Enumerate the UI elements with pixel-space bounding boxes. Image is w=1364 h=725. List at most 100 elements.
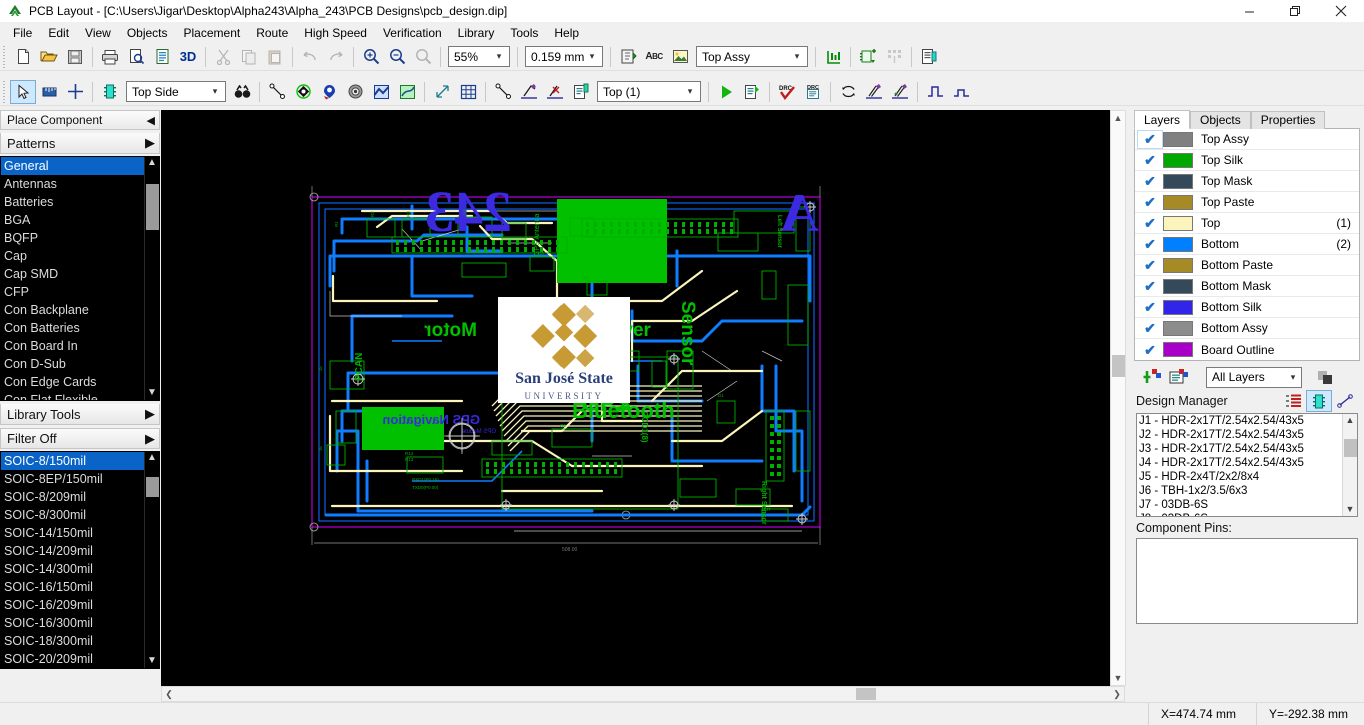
component-list-item[interactable]: J1 - HDR-2x17T/2.54x2.54/43x5 (1139, 414, 1342, 428)
pattern-item[interactable]: SOIC-16/209mil (1, 596, 144, 614)
category-listbox[interactable]: General Antennas Batteries BGA BQFP Cap … (0, 156, 160, 401)
autoroute-setup-button[interactable] (739, 80, 765, 104)
component-list-scrollbar[interactable]: ▲ ▼ (1342, 414, 1357, 516)
patterns-bar[interactable]: Patterns ▶ (0, 133, 160, 154)
category-item[interactable]: BGA (1, 211, 144, 229)
design-rules-button[interactable] (916, 45, 942, 69)
print-preview-button[interactable] (123, 45, 149, 69)
active-layer-combo[interactable]: Top Assy ▾ (696, 46, 808, 67)
filter-bar[interactable]: Filter Off ▶ (0, 428, 160, 449)
menu-objects[interactable]: Objects (119, 24, 176, 42)
layer-filter-combo[interactable]: All Layers ▾ (1206, 366, 1302, 388)
cut-trace-button[interactable] (542, 80, 568, 104)
category-item[interactable]: Con Backplane (1, 301, 144, 319)
scroll-thumb[interactable] (145, 477, 159, 497)
print-button[interactable] (97, 45, 123, 69)
canvas-horizontal-scrollbar[interactable]: ❮ ❯ (161, 686, 1125, 702)
layer-row[interactable]: ✔ Top (1) (1135, 213, 1359, 234)
layer-row[interactable]: ✔ Bottom Silk (1135, 297, 1359, 318)
scroll-track[interactable] (145, 170, 159, 387)
zoom-in-button[interactable] (358, 45, 384, 69)
layer-visibility-checkbox[interactable]: ✔ (1137, 300, 1163, 314)
layer-visibility-checkbox[interactable]: ✔ (1137, 237, 1163, 251)
tab-objects[interactable]: Objects (1190, 111, 1251, 129)
scroll-down-icon[interactable]: ▼ (147, 655, 157, 668)
dimension-button[interactable] (429, 80, 455, 104)
category-item[interactable]: Con Flat Flexible (1, 391, 144, 400)
place-component-button[interactable] (97, 80, 123, 104)
component-list-item[interactable]: J3 - HDR-2x17T/2.54x2.54/43x5 (1139, 442, 1342, 456)
pcb-design-canvas[interactable]: 508.00 GPS Antenna 243 A GPS Navigation … (161, 110, 1125, 686)
pattern-item[interactable]: SOIC-16/150mil (1, 578, 144, 596)
place-line-button[interactable] (264, 80, 290, 104)
component-pins-list[interactable] (1136, 538, 1358, 624)
drc-check-button[interactable]: DRC (774, 80, 800, 104)
pattern-item[interactable]: SOIC-18/300mil (1, 632, 144, 650)
scroll-right-icon[interactable]: ❯ (1110, 689, 1124, 700)
menu-library[interactable]: Library (450, 24, 503, 42)
zoom-window-button[interactable] (410, 45, 436, 69)
scroll-left-icon[interactable]: ❮ (162, 689, 176, 700)
layer-visibility-checkbox[interactable]: ✔ (1137, 216, 1163, 230)
layer-color-swatch[interactable] (1163, 320, 1193, 336)
redo-button[interactable] (323, 45, 349, 69)
pattern-item[interactable]: SOIC-8/150mil (1, 452, 144, 470)
layer-visibility-checkbox[interactable]: ✔ (1137, 321, 1163, 335)
layer-row[interactable]: ✔ Top Silk (1135, 150, 1359, 171)
pattern-item[interactable]: SOIC-14/209mil (1, 542, 144, 560)
scroll-thumb[interactable] (1343, 439, 1357, 457)
net-list-button[interactable] (881, 45, 907, 69)
add-layer-button[interactable] (1140, 366, 1166, 388)
close-button[interactable] (1318, 0, 1364, 22)
layer-row[interactable]: ✔ Bottom (2) (1135, 234, 1359, 255)
layer-color-swatch[interactable] (1163, 342, 1193, 357)
route-layer-combo[interactable]: Top (1) ▾ (597, 81, 701, 102)
view-3d-button[interactable]: 3D (175, 45, 201, 69)
layer-color-swatch[interactable] (1163, 257, 1193, 273)
open-file-button[interactable] (36, 45, 62, 69)
image-button[interactable] (667, 45, 693, 69)
drc-report-button[interactable]: DRC (800, 80, 826, 104)
menu-tools[interactable]: Tools (502, 24, 546, 42)
layer-row[interactable]: ✔ Bottom Paste (1135, 255, 1359, 276)
toolbar-gripper[interactable] (1, 45, 8, 68)
component-list-item[interactable]: J5 - HDR-2x4T/2x2/8x4 (1139, 470, 1342, 484)
zoom-out-button[interactable] (384, 45, 410, 69)
pattern-listbox[interactable]: SOIC-8/150mil SOIC-8EP/150mil SOIC-8/209… (0, 451, 160, 669)
grid-size-combo[interactable]: 0.159 mm ▾ (525, 46, 603, 67)
layer-visibility-checkbox[interactable]: ✔ (1137, 174, 1163, 188)
menu-route[interactable]: Route (248, 24, 296, 42)
new-file-button[interactable] (10, 45, 36, 69)
menu-file[interactable]: File (5, 24, 40, 42)
layer-color-swatch[interactable] (1163, 131, 1193, 147)
component-list-item[interactable]: J4 - HDR-2x17T/2.54x2.54/43x5 (1139, 456, 1342, 470)
place-hole-button[interactable] (342, 80, 368, 104)
pattern-item[interactable]: SOIC-14/300mil (1, 560, 144, 578)
place-polygon-button[interactable] (368, 80, 394, 104)
tab-layers[interactable]: Layers (1134, 110, 1191, 129)
tab-properties[interactable]: Properties (1250, 111, 1326, 129)
maximize-button[interactable] (1272, 0, 1318, 22)
route-interactive-button[interactable] (516, 80, 542, 104)
text-style-button[interactable]: ABC (641, 45, 667, 69)
pattern-item[interactable]: SOIC-8/300mil (1, 506, 144, 524)
canvas-vertical-scrollbar[interactable]: ▲ ▼ (1110, 110, 1126, 686)
menu-view[interactable]: View (77, 24, 119, 42)
pattern-item[interactable]: SOIC-16/300mil (1, 614, 144, 632)
category-item[interactable]: Con Board In (1, 337, 144, 355)
scroll-thumb[interactable] (1112, 355, 1125, 377)
measure-button[interactable] (820, 45, 846, 69)
menu-placement[interactable]: Placement (176, 24, 249, 42)
layer-row[interactable]: ✔ Top Paste (1135, 192, 1359, 213)
report-button[interactable] (149, 45, 175, 69)
layer-color-button[interactable] (1312, 366, 1338, 388)
category-scrollbar[interactable]: ▲ ▼ (144, 157, 159, 400)
scroll-thumb[interactable] (145, 184, 159, 230)
layer-row[interactable]: ✔ Top Assy (1135, 129, 1359, 150)
layer-color-swatch[interactable] (1163, 236, 1193, 252)
autoroute-run-button[interactable] (713, 80, 739, 104)
layer-visibility-checkbox[interactable]: ✔ (1137, 258, 1163, 272)
category-item[interactable]: Batteries (1, 193, 144, 211)
diff-pair-button[interactable] (861, 80, 887, 104)
layer-setup-button[interactable] (1166, 366, 1192, 388)
